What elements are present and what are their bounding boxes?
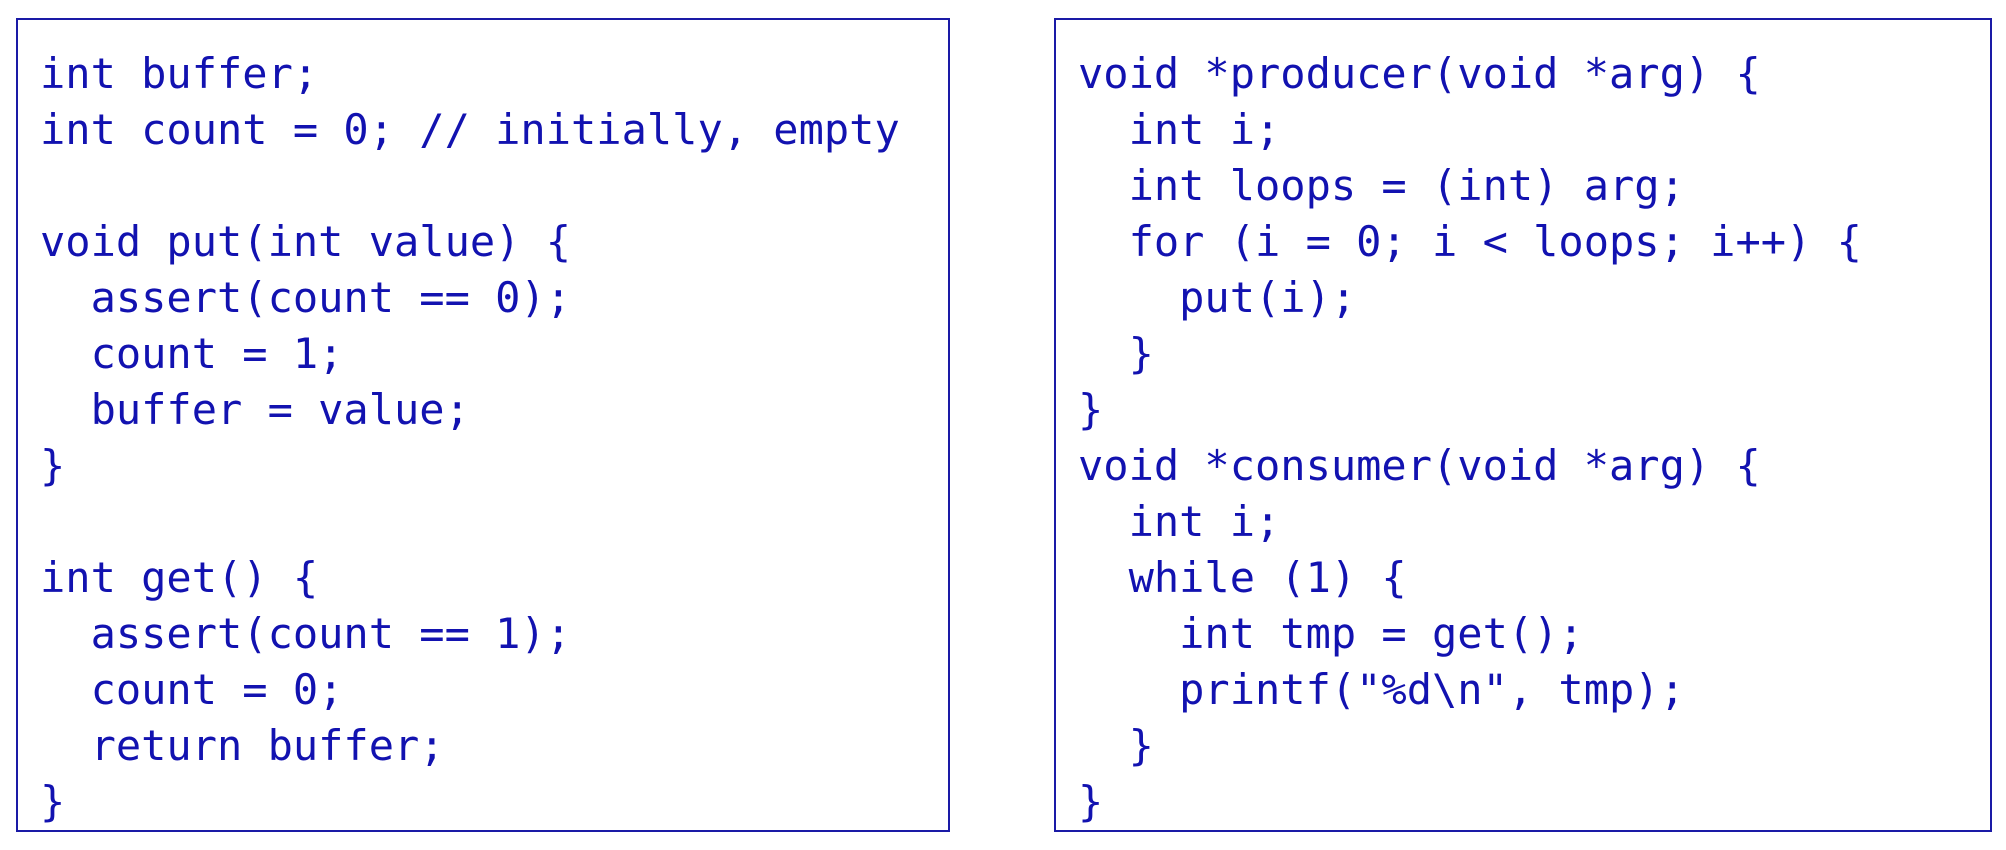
code-line: } (1078, 777, 1104, 826)
code-line: int tmp = get(); (1078, 609, 1584, 658)
code-line (40, 494, 948, 550)
code-line: int i; (1078, 497, 1281, 546)
code-line: } (1078, 329, 1154, 378)
code-line: int loops = (int) arg; (1078, 161, 1685, 210)
code-line: assert(count == 0); (40, 273, 572, 322)
code-line: void *producer(void *arg) { (1078, 49, 1761, 98)
code-line: int get() { (40, 553, 319, 602)
code-line: buffer = value; (40, 385, 470, 434)
code-line: int count = 0; // initially, empty (40, 105, 900, 154)
code-line: } (40, 777, 66, 826)
code-line: for (i = 0; i < loops; i++) { (1078, 217, 1862, 266)
shared-buffer-code-box: int buffer; int count = 0; // initially,… (16, 18, 950, 832)
producer-consumer-code-box: void *producer(void *arg) { int i; int l… (1054, 18, 1992, 832)
code-line: void *consumer(void *arg) { (1078, 441, 1761, 490)
code-line: void put(int value) { (40, 217, 572, 266)
code-line: while (1) { (1078, 553, 1407, 602)
code-line: } (40, 441, 66, 490)
code-line (40, 158, 948, 214)
code-line: int i; (1078, 105, 1281, 154)
code-line: } (1078, 721, 1154, 770)
code-line: count = 0; (40, 665, 344, 714)
code-line: count = 1; (40, 329, 344, 378)
code-line: put(i); (1078, 273, 1357, 322)
code-line: int buffer; (40, 49, 319, 98)
code-line: } (1078, 385, 1104, 434)
code-line: assert(count == 1); (40, 609, 572, 658)
code-line: printf("%d\n", tmp); (1078, 665, 1685, 714)
code-line: return buffer; (40, 721, 445, 770)
